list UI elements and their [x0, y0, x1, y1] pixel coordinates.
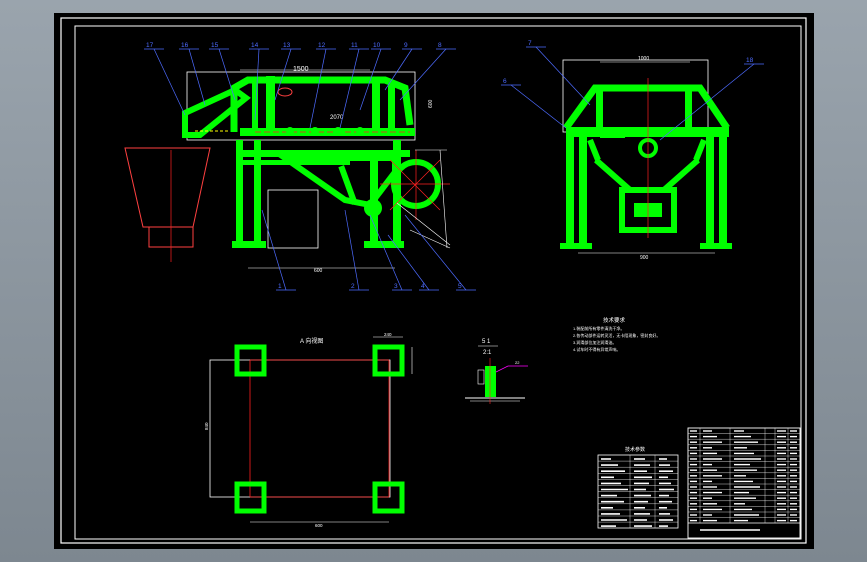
screw-flight-2: [311, 127, 319, 135]
callout-number: 18: [746, 57, 754, 64]
callout-number: 14: [251, 42, 259, 49]
tech-req-line-2: 2.各传动部件运转灵活，无卡阻现象，密封良好。: [573, 332, 660, 338]
callout-number: 11: [351, 42, 358, 49]
side-bearing: [600, 128, 625, 138]
callout-number: 16: [181, 42, 189, 49]
callout-number: 15: [211, 42, 219, 49]
side-leg-1: [566, 137, 574, 247]
foundation-dim-side: 840: [204, 422, 209, 430]
callout-number: 17: [146, 42, 154, 49]
dim-bottom-text: 600: [314, 268, 323, 274]
column-b: [266, 76, 275, 136]
column-c: [372, 80, 380, 135]
screw-flight-3: [334, 127, 342, 135]
side-leg-4: [719, 137, 727, 247]
side-crossbar: [566, 127, 729, 137]
tech-req-title: 技术要求: [603, 316, 626, 324]
callout-number: 7: [528, 40, 532, 47]
callout-number: 9: [404, 42, 408, 49]
callout-number: 5: [458, 283, 462, 290]
side-leg-2: [579, 137, 587, 247]
screw-flight-1: [286, 127, 294, 135]
side-foot-right: [700, 243, 732, 249]
callout-number: 1: [278, 283, 282, 290]
foundation-dim-top: 240: [384, 332, 392, 337]
tech-req-line-3: 3.润滑部位加注润滑油。: [573, 339, 616, 345]
leg-left-foot: [232, 241, 266, 248]
side-leg-3: [706, 137, 714, 247]
callout-number: 12: [318, 42, 326, 49]
callout-number: 6: [503, 78, 507, 85]
dim-right-text: 600: [428, 99, 434, 108]
dim-top-text: 1500: [293, 66, 309, 73]
side-dim-bottom-text: 900: [640, 255, 649, 261]
drive-wheel-hub: [364, 199, 382, 217]
tech-req-line-1: 1.装配前所有零件清洗干净。: [573, 325, 624, 331]
section-label-mid: 2:1: [483, 350, 492, 356]
foundation-title: A 向视图: [300, 337, 323, 345]
section-note: 22: [515, 360, 520, 365]
param-table-title: 技术参数: [625, 446, 645, 453]
side-upright-l: [596, 88, 603, 132]
cad-drawing-canvas: 1500 2070 600 600 17 16 15 14 13 12 11 10 9 81 2 3 4…: [54, 13, 814, 549]
side-foot-left: [560, 243, 592, 249]
section-label-top: 5 1: [482, 339, 491, 345]
tech-req-line-4: 4.试车时不得有异常声响。: [573, 346, 620, 352]
side-dim-top-text: 1000: [638, 56, 649, 62]
callout-number: 8: [438, 42, 442, 49]
callout-number: 4: [421, 283, 425, 290]
screw-flight-4: [356, 127, 364, 135]
callout-number: 13: [283, 42, 291, 49]
section-bolt: [485, 366, 496, 397]
side-upright-r: [685, 88, 692, 132]
callout-number: 2: [351, 283, 355, 290]
callout-number: 10: [373, 42, 381, 49]
callout-number: 3: [394, 283, 398, 290]
column-d: [388, 84, 395, 134]
foundation-dim-bottom: 600: [315, 523, 323, 528]
